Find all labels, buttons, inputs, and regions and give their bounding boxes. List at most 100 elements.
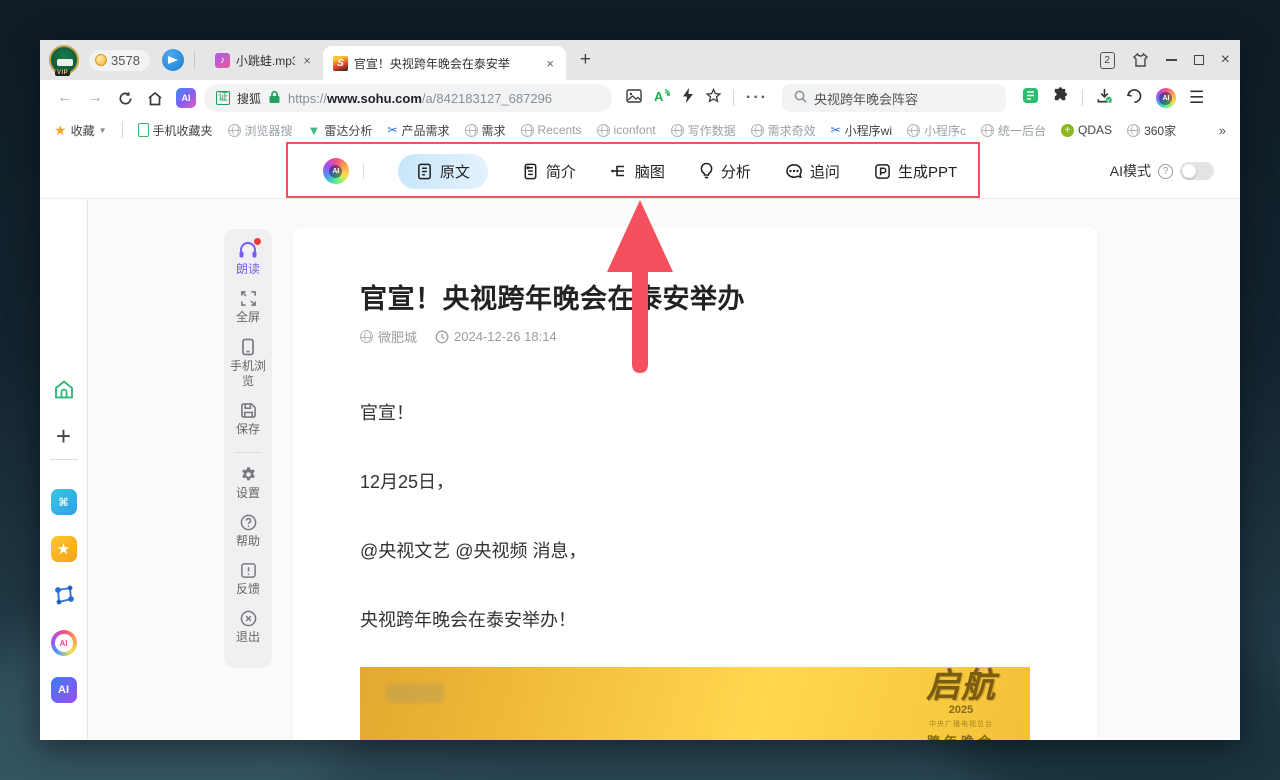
divider (733, 90, 734, 106)
tool-help[interactable]: 帮助 (228, 514, 268, 549)
reading-list-icon[interactable] (1022, 87, 1039, 109)
bookmark-item[interactable]: 写作数据 (671, 122, 736, 139)
divider (194, 51, 195, 69)
address-bar-row: ← → AI 证 搜狐 https://www.sohu.com/a/84218… (40, 80, 1240, 116)
url-text: https://www.sohu.com/a/842183127_687296 (288, 91, 552, 106)
sidebar-home-icon[interactable] (53, 379, 75, 400)
help-circle-icon[interactable]: ? (1158, 164, 1173, 179)
maximize-button[interactable] (1194, 55, 1204, 65)
article-source[interactable]: 微肥城 (360, 327, 417, 346)
new-tab-button[interactable]: + (566, 49, 605, 71)
coin-balance-pill[interactable]: 3578 (89, 50, 150, 71)
bookmark-item[interactable]: 需求 (465, 122, 506, 139)
bookmark-item[interactable]: 浏览器搜 (228, 122, 293, 139)
bookmark-label: 360家 (1144, 122, 1176, 139)
theme-skin-icon[interactable] (1132, 52, 1149, 68)
bookmark-item[interactable]: iconfont (597, 123, 656, 137)
tool-save[interactable]: 保存 (228, 402, 268, 437)
article-banner-image[interactable]: 启航 2025 中央广播电视总台 跨年晚会 (360, 667, 1030, 740)
forward-icon[interactable]: → (82, 85, 108, 111)
undo-restore-icon[interactable] (1126, 88, 1143, 109)
ai-logo-icon[interactable] (323, 158, 349, 184)
sidebar-app-gamepad-icon[interactable]: ⌘ (51, 489, 77, 515)
tool-fullscreen[interactable]: 全屏 (228, 290, 268, 325)
messenger-icon[interactable] (162, 49, 184, 71)
flash-speed-icon[interactable] (682, 88, 694, 108)
browser-window: VIP 3578 ♪ 小跳蛙.mp3 × S 官宣！央视跨年晚会在泰安举 × +… (40, 40, 1240, 740)
tab-music[interactable]: ♪ 小跳蛙.mp3 × (205, 40, 323, 80)
sidebar-app-ai-circle-icon[interactable]: AI (51, 630, 77, 656)
tab-count-badge[interactable]: 2 (1100, 52, 1115, 69)
bookmark-item[interactable]: ✂小程序wi (831, 122, 892, 139)
menu-icon[interactable]: ☰ (1189, 88, 1204, 108)
tab-analysis[interactable]: 分析 (699, 161, 751, 182)
tab-summary[interactable]: 简介 (522, 161, 576, 182)
divider (235, 452, 261, 453)
tab-followup[interactable]: 追问 (785, 161, 840, 182)
read-aloud-icon[interactable]: A (654, 88, 670, 108)
source-name: 微肥城 (378, 327, 417, 346)
ai-mode-toggle[interactable] (1180, 162, 1214, 180)
back-icon[interactable]: ← (52, 85, 78, 111)
vue-icon: ▼ (308, 123, 321, 138)
image-toggle-icon[interactable] (626, 89, 642, 108)
tool-mobile-view[interactable]: 手机浏览 (228, 338, 268, 389)
bookmark-star-icon[interactable] (706, 88, 721, 108)
bookmark-label: 浏览器搜 (245, 122, 293, 139)
home-icon[interactable] (142, 85, 168, 111)
site-verify-badge[interactable]: 证 (216, 91, 230, 105)
tab-generate-ppt[interactable]: 生成PPT (874, 161, 957, 182)
tab-original-text[interactable]: 原文 (398, 154, 488, 189)
bookmarks-overflow-button[interactable]: » (1219, 123, 1226, 138)
tool-exit[interactable]: 退出 (228, 610, 268, 645)
url-field[interactable]: 证 搜狐 https://www.sohu.com/a/842183127_68… (204, 84, 612, 112)
bookmark-item[interactable]: ▼雷达分析 (308, 122, 373, 139)
bookmark-label: 需求奇效 (768, 122, 816, 139)
article-paragraph: 官宣！ (360, 399, 414, 425)
bookmark-item[interactable]: Recents (521, 123, 582, 137)
headphones-icon (238, 241, 258, 259)
bookmark-item[interactable]: 需求奇效 (751, 122, 816, 139)
sidebar-add-icon[interactable]: + (56, 421, 71, 452)
tool-read-aloud[interactable]: 朗读 (228, 241, 268, 277)
tab-close-icon[interactable]: × (544, 56, 556, 71)
banner-logo (386, 683, 444, 703)
chevron-down-icon: ▼ (99, 126, 107, 135)
close-button[interactable]: × (1221, 51, 1230, 69)
sidebar-app-favorites-icon[interactable]: ★ (51, 536, 77, 562)
tab-label: 简介 (546, 161, 576, 182)
extensions-puzzle-icon[interactable] (1052, 87, 1069, 109)
window-controls: 2 × (1100, 40, 1230, 80)
download-icon[interactable]: v (1096, 87, 1113, 109)
minimize-button[interactable] (1166, 59, 1177, 61)
bookmark-item[interactable]: +QDAS (1061, 123, 1112, 137)
tab-label: 追问 (810, 161, 840, 182)
bookmark-phone-folder[interactable]: 手机收藏夹 (138, 122, 213, 139)
tool-settings[interactable]: 设置 (228, 466, 268, 501)
tab-label: 脑图 (635, 161, 665, 182)
reload-icon[interactable] (112, 85, 138, 111)
browser-logo-icon[interactable]: VIP (49, 45, 79, 75)
banner-calligraphy: 启航 (906, 669, 1016, 703)
banner-year: 2025 (906, 704, 1016, 716)
banner-org: 中央广播电视总台 (906, 719, 1016, 729)
sidebar-app-graph-icon[interactable] (52, 583, 76, 607)
tool-feedback[interactable]: 反馈 (228, 562, 268, 597)
bookmark-item[interactable]: 小程序c (907, 122, 966, 139)
globe-icon (597, 124, 610, 137)
tab-mindmap[interactable]: 脑图 (610, 161, 665, 182)
tab-article-active[interactable]: S 官宣！央视跨年晚会在泰安举 × (323, 46, 566, 80)
bookmark-label: QDAS (1078, 123, 1112, 137)
bookmark-item[interactable]: 统一后台 (981, 122, 1046, 139)
quick-search-field[interactable]: 央视跨年晚会阵容 (782, 84, 1006, 112)
tab-close-icon[interactable]: × (301, 53, 313, 68)
lock-icon[interactable] (268, 90, 281, 107)
bookmark-item[interactable]: 360家 (1127, 122, 1176, 139)
sidebar-app-ai-square-icon[interactable]: AI (51, 677, 77, 703)
ai-mode-ball-icon[interactable] (1156, 88, 1176, 108)
tool-label: 保存 (236, 422, 260, 437)
ai-assistant-button[interactable]: AI (176, 88, 196, 108)
bookmark-root[interactable]: ★ 收藏 ▼ (54, 122, 107, 139)
more-actions-icon[interactable]: ··· (746, 89, 768, 107)
bookmark-item[interactable]: ✂产品需求 (387, 122, 449, 139)
